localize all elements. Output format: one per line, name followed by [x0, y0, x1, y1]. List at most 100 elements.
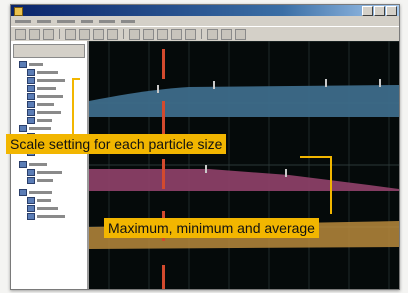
plot-area	[89, 41, 399, 289]
close-icon[interactable]	[386, 6, 397, 16]
toolbar-button[interactable]	[143, 28, 154, 40]
toolbar	[11, 26, 399, 42]
menu-item[interactable]	[57, 19, 75, 23]
callout-leader	[300, 156, 332, 158]
toolbar-separator	[59, 29, 60, 39]
tree-item-label	[29, 190, 52, 194]
stat-tick	[379, 79, 381, 87]
folder-icon	[27, 68, 35, 76]
folder-icon	[27, 76, 35, 84]
tree-item-label	[37, 214, 65, 218]
tree-item-label	[37, 78, 65, 82]
stat-tick	[285, 169, 287, 177]
tree-item-label	[37, 170, 62, 174]
app-icon	[14, 7, 23, 16]
toolbar-button[interactable]	[29, 28, 40, 40]
folder-icon	[27, 168, 35, 176]
menu-item[interactable]	[99, 19, 115, 23]
toolbar-button[interactable]	[171, 28, 182, 40]
plot-canvas	[89, 41, 399, 289]
menu-item[interactable]	[81, 19, 93, 23]
sidebar-header[interactable]	[13, 44, 85, 58]
title-bar	[11, 5, 399, 16]
tree-item[interactable]	[19, 124, 51, 132]
tree-item-label	[37, 178, 53, 182]
folder-icon	[27, 108, 35, 116]
tree-item-label	[37, 118, 52, 122]
tree-item[interactable]	[27, 212, 65, 220]
tree-item[interactable]	[27, 204, 58, 212]
folder-icon	[27, 176, 35, 184]
tree-item[interactable]	[27, 84, 56, 92]
toolbar-button[interactable]	[79, 28, 90, 40]
folder-icon	[27, 84, 35, 92]
folder-icon	[27, 204, 35, 212]
folder-icon	[19, 60, 27, 68]
folder-icon	[27, 212, 35, 220]
stats-callout: Maximum, minimum and average	[104, 218, 319, 238]
tree-item-label	[37, 206, 58, 210]
folder-icon	[27, 100, 35, 108]
toolbar-button[interactable]	[235, 28, 246, 40]
tree-item[interactable]	[19, 160, 47, 168]
tree-item-label	[37, 198, 51, 202]
tree-item[interactable]	[27, 92, 63, 100]
particle-marker	[162, 101, 165, 137]
callout-leader	[72, 78, 80, 80]
scale-setting-callout: Scale setting for each particle size	[6, 134, 227, 154]
tree-item-label	[29, 62, 43, 66]
toolbar-button[interactable]	[221, 28, 232, 40]
toolbar-button[interactable]	[185, 28, 196, 40]
tree-item-label	[37, 110, 61, 114]
tree-item[interactable]	[27, 68, 58, 76]
tree-item[interactable]	[27, 168, 62, 176]
stat-tick	[325, 79, 327, 87]
tree-item[interactable]	[27, 196, 51, 204]
folder-icon	[19, 160, 27, 168]
toolbar-button[interactable]	[93, 28, 104, 40]
toolbar-button[interactable]	[157, 28, 168, 40]
window-controls	[362, 6, 397, 16]
toolbar-button[interactable]	[107, 28, 118, 40]
particle-marker	[162, 265, 165, 289]
stat-tick	[157, 85, 159, 93]
tree-item-label	[29, 126, 51, 130]
tree-item-label	[37, 102, 54, 106]
tree-item-label	[37, 94, 63, 98]
toolbar-button[interactable]	[65, 28, 76, 40]
toolbar-separator	[201, 29, 202, 39]
tree-item[interactable]	[27, 100, 54, 108]
callout-leader	[330, 156, 332, 214]
tree-item-label	[29, 162, 47, 166]
toolbar-button[interactable]	[43, 28, 54, 40]
tree-item[interactable]	[19, 188, 52, 196]
folder-icon	[19, 124, 27, 132]
toolbar-button[interactable]	[207, 28, 218, 40]
menu-item[interactable]	[37, 19, 51, 23]
toolbar-button[interactable]	[15, 28, 26, 40]
callout-leader	[72, 78, 74, 134]
menu-item[interactable]	[121, 19, 135, 23]
tree-item[interactable]	[27, 116, 52, 124]
tree-item-label	[37, 70, 58, 74]
tree-item[interactable]	[27, 176, 53, 184]
stat-tick	[213, 81, 215, 89]
menu-bar	[11, 16, 399, 26]
toolbar-separator	[123, 29, 124, 39]
folder-icon	[27, 196, 35, 204]
folder-icon	[27, 116, 35, 124]
minimize-icon[interactable]	[362, 6, 373, 16]
tree-item[interactable]	[27, 76, 65, 84]
series-band-pink	[89, 169, 399, 191]
tree-item-label	[37, 86, 56, 90]
tree-item[interactable]	[27, 108, 61, 116]
menu-item[interactable]	[15, 19, 31, 23]
maximize-icon[interactable]	[374, 6, 385, 16]
folder-icon	[27, 92, 35, 100]
toolbar-button[interactable]	[129, 28, 140, 40]
series-band-blue	[89, 85, 399, 117]
folder-icon	[19, 188, 27, 196]
tree-item[interactable]	[19, 60, 43, 68]
particle-marker	[162, 49, 165, 79]
particle-marker	[162, 159, 165, 189]
